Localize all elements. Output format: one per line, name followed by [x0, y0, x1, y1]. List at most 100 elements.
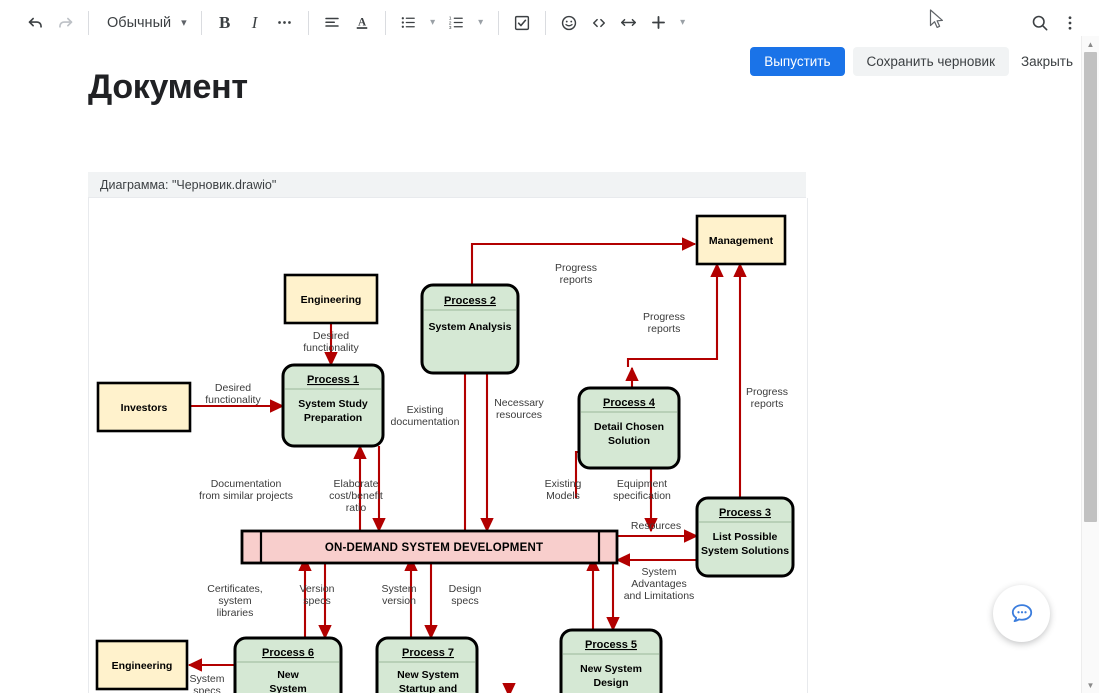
flow-label: system: [218, 595, 252, 607]
external-entity-label: Investors: [121, 402, 168, 414]
flow-label: specs: [451, 595, 478, 607]
more-formats-button[interactable]: [270, 8, 300, 38]
flow-label: functionality: [205, 394, 261, 406]
more-vertical-icon: [1068, 15, 1072, 30]
italic-icon: I: [251, 12, 258, 32]
insert-button[interactable]: [644, 8, 674, 38]
process-p6[interactable]: Process 6 New System Construction: [233, 636, 343, 693]
toolbar-divider: [307, 10, 309, 35]
search-icon: [1032, 15, 1048, 30]
process-body: New: [277, 669, 299, 681]
align-button[interactable]: [317, 8, 347, 38]
text-color-icon: A: [356, 17, 367, 29]
redo-icon: [58, 17, 72, 28]
horizontal-rule-button[interactable]: [614, 8, 644, 38]
redo-button[interactable]: [50, 8, 80, 38]
process-p5[interactable]: Process 5 New System Design: [559, 628, 663, 693]
mouse-cursor: [929, 9, 945, 36]
page-title: Документ: [88, 68, 248, 106]
bold-button[interactable]: B: [210, 8, 240, 38]
process-body: Startup and: [399, 683, 457, 693]
flow-label: Existing: [407, 404, 444, 416]
document-editor-page: Обычный ▾ B I A ▾ 1 2 3 ▾ ▾ Выпустить Со…: [0, 0, 1099, 693]
bold-icon: B: [218, 12, 231, 32]
flow-label: Advantages: [631, 578, 686, 590]
chat-bubble-icon: [1011, 603, 1032, 622]
more-formats-icon: [278, 21, 291, 24]
flow-label: System: [381, 583, 416, 595]
align-left-icon: [324, 17, 339, 27]
flow-label: reports: [751, 398, 784, 410]
process-p1[interactable]: Process 1 System Study Preparation: [281, 363, 385, 448]
process-p7[interactable]: Process 7 New System Startup and Testing: [375, 636, 479, 693]
diagram-caption: Диаграмма: "Черновик.drawio": [88, 172, 806, 198]
code-icon: [592, 18, 605, 27]
flow-label: Resources: [631, 520, 681, 532]
scroll-up-button[interactable]: ▲: [1082, 36, 1099, 52]
process-body: Detail Chosen: [594, 421, 664, 433]
toolbar-divider: [384, 10, 386, 35]
scroll-down-button[interactable]: ▼: [1082, 677, 1099, 693]
numbered-list-button[interactable]: 123: [442, 8, 472, 38]
paragraph-style-dropdown[interactable]: Обычный ▾: [97, 15, 193, 31]
text-color-button[interactable]: A: [347, 8, 377, 38]
flow-label: reports: [648, 323, 681, 335]
checklist-button[interactable]: [507, 8, 537, 38]
flow-label: System: [189, 673, 224, 685]
italic-button[interactable]: I: [240, 8, 270, 38]
external-entity-investors[interactable]: Investors: [96, 381, 192, 433]
flow-label: Existing: [545, 478, 582, 490]
flow-label: libraries: [217, 607, 254, 619]
undo-button[interactable]: [20, 8, 50, 38]
overflow-menu-button[interactable]: [1055, 8, 1085, 38]
save-draft-button[interactable]: Сохранить черновик: [852, 47, 1009, 76]
flow-label: Elaborate: [334, 478, 379, 490]
code-button[interactable]: [584, 8, 614, 38]
publish-button[interactable]: Выпустить: [750, 47, 845, 76]
emoji-button[interactable]: [554, 8, 584, 38]
scrollbar-thumb[interactable]: [1084, 52, 1097, 522]
external-entity-engineering-bottom[interactable]: Engineering: [95, 639, 189, 691]
bullet-list-options-button[interactable]: ▾: [424, 8, 442, 38]
process-title: Process 4: [603, 397, 656, 409]
process-p2[interactable]: Process 2 System Analysis: [420, 283, 520, 375]
process-body: System Study: [298, 398, 368, 410]
process-p4[interactable]: Process 4 Detail Chosen Solution: [577, 386, 681, 470]
flow-label: version: [382, 595, 416, 607]
flow-label: Equipment: [617, 478, 667, 490]
toolbar-divider: [88, 10, 89, 35]
bullet-list-button[interactable]: [394, 8, 424, 38]
document-actions: Выпустить Сохранить черновик Закрыть: [750, 47, 1077, 76]
flow-label: Design: [449, 583, 482, 595]
external-entity-engineering-top[interactable]: Engineering: [283, 273, 379, 325]
search-button[interactable]: [1025, 8, 1055, 38]
flow-label: Version: [299, 583, 334, 595]
insert-options-button[interactable]: ▾: [674, 8, 692, 38]
flow-label: and Limitations: [624, 590, 695, 602]
numbered-list-options-button[interactable]: ▾: [472, 8, 490, 38]
bullet-list-icon: [401, 17, 415, 28]
process-title: Process 6: [262, 647, 314, 659]
center-data-store[interactable]: ON-DEMAND SYSTEM DEVELOPMENT: [240, 529, 619, 565]
process-title: Process 3: [719, 507, 771, 519]
external-entity-label: Engineering: [301, 294, 362, 306]
process-body: Design: [593, 677, 628, 689]
flow-label: specs: [303, 595, 330, 607]
process-p3[interactable]: Process 3 List Possible System Solutions: [695, 496, 795, 578]
svg-text:3: 3: [449, 25, 452, 31]
diagram-canvas[interactable]: Investors Engineering Management Enginee…: [88, 198, 808, 693]
vertical-scrollbar[interactable]: ▲ ▼: [1081, 36, 1099, 693]
external-entity-management[interactable]: Management: [695, 214, 787, 266]
close-button[interactable]: Закрыть: [1017, 47, 1077, 76]
chevron-down-icon: ▾: [181, 17, 187, 29]
chat-button[interactable]: [993, 585, 1050, 642]
process-body: System Analysis: [428, 321, 511, 333]
toolbar-divider: [200, 10, 202, 35]
toolbar-divider: [544, 10, 546, 35]
flow-label: Desired: [215, 382, 251, 394]
process-body: Preparation: [304, 412, 362, 424]
external-entity-label: Engineering: [112, 660, 173, 672]
flow-label: reports: [560, 274, 593, 286]
flow-label: ratio: [346, 502, 367, 514]
flow-label: documentation: [391, 416, 460, 428]
